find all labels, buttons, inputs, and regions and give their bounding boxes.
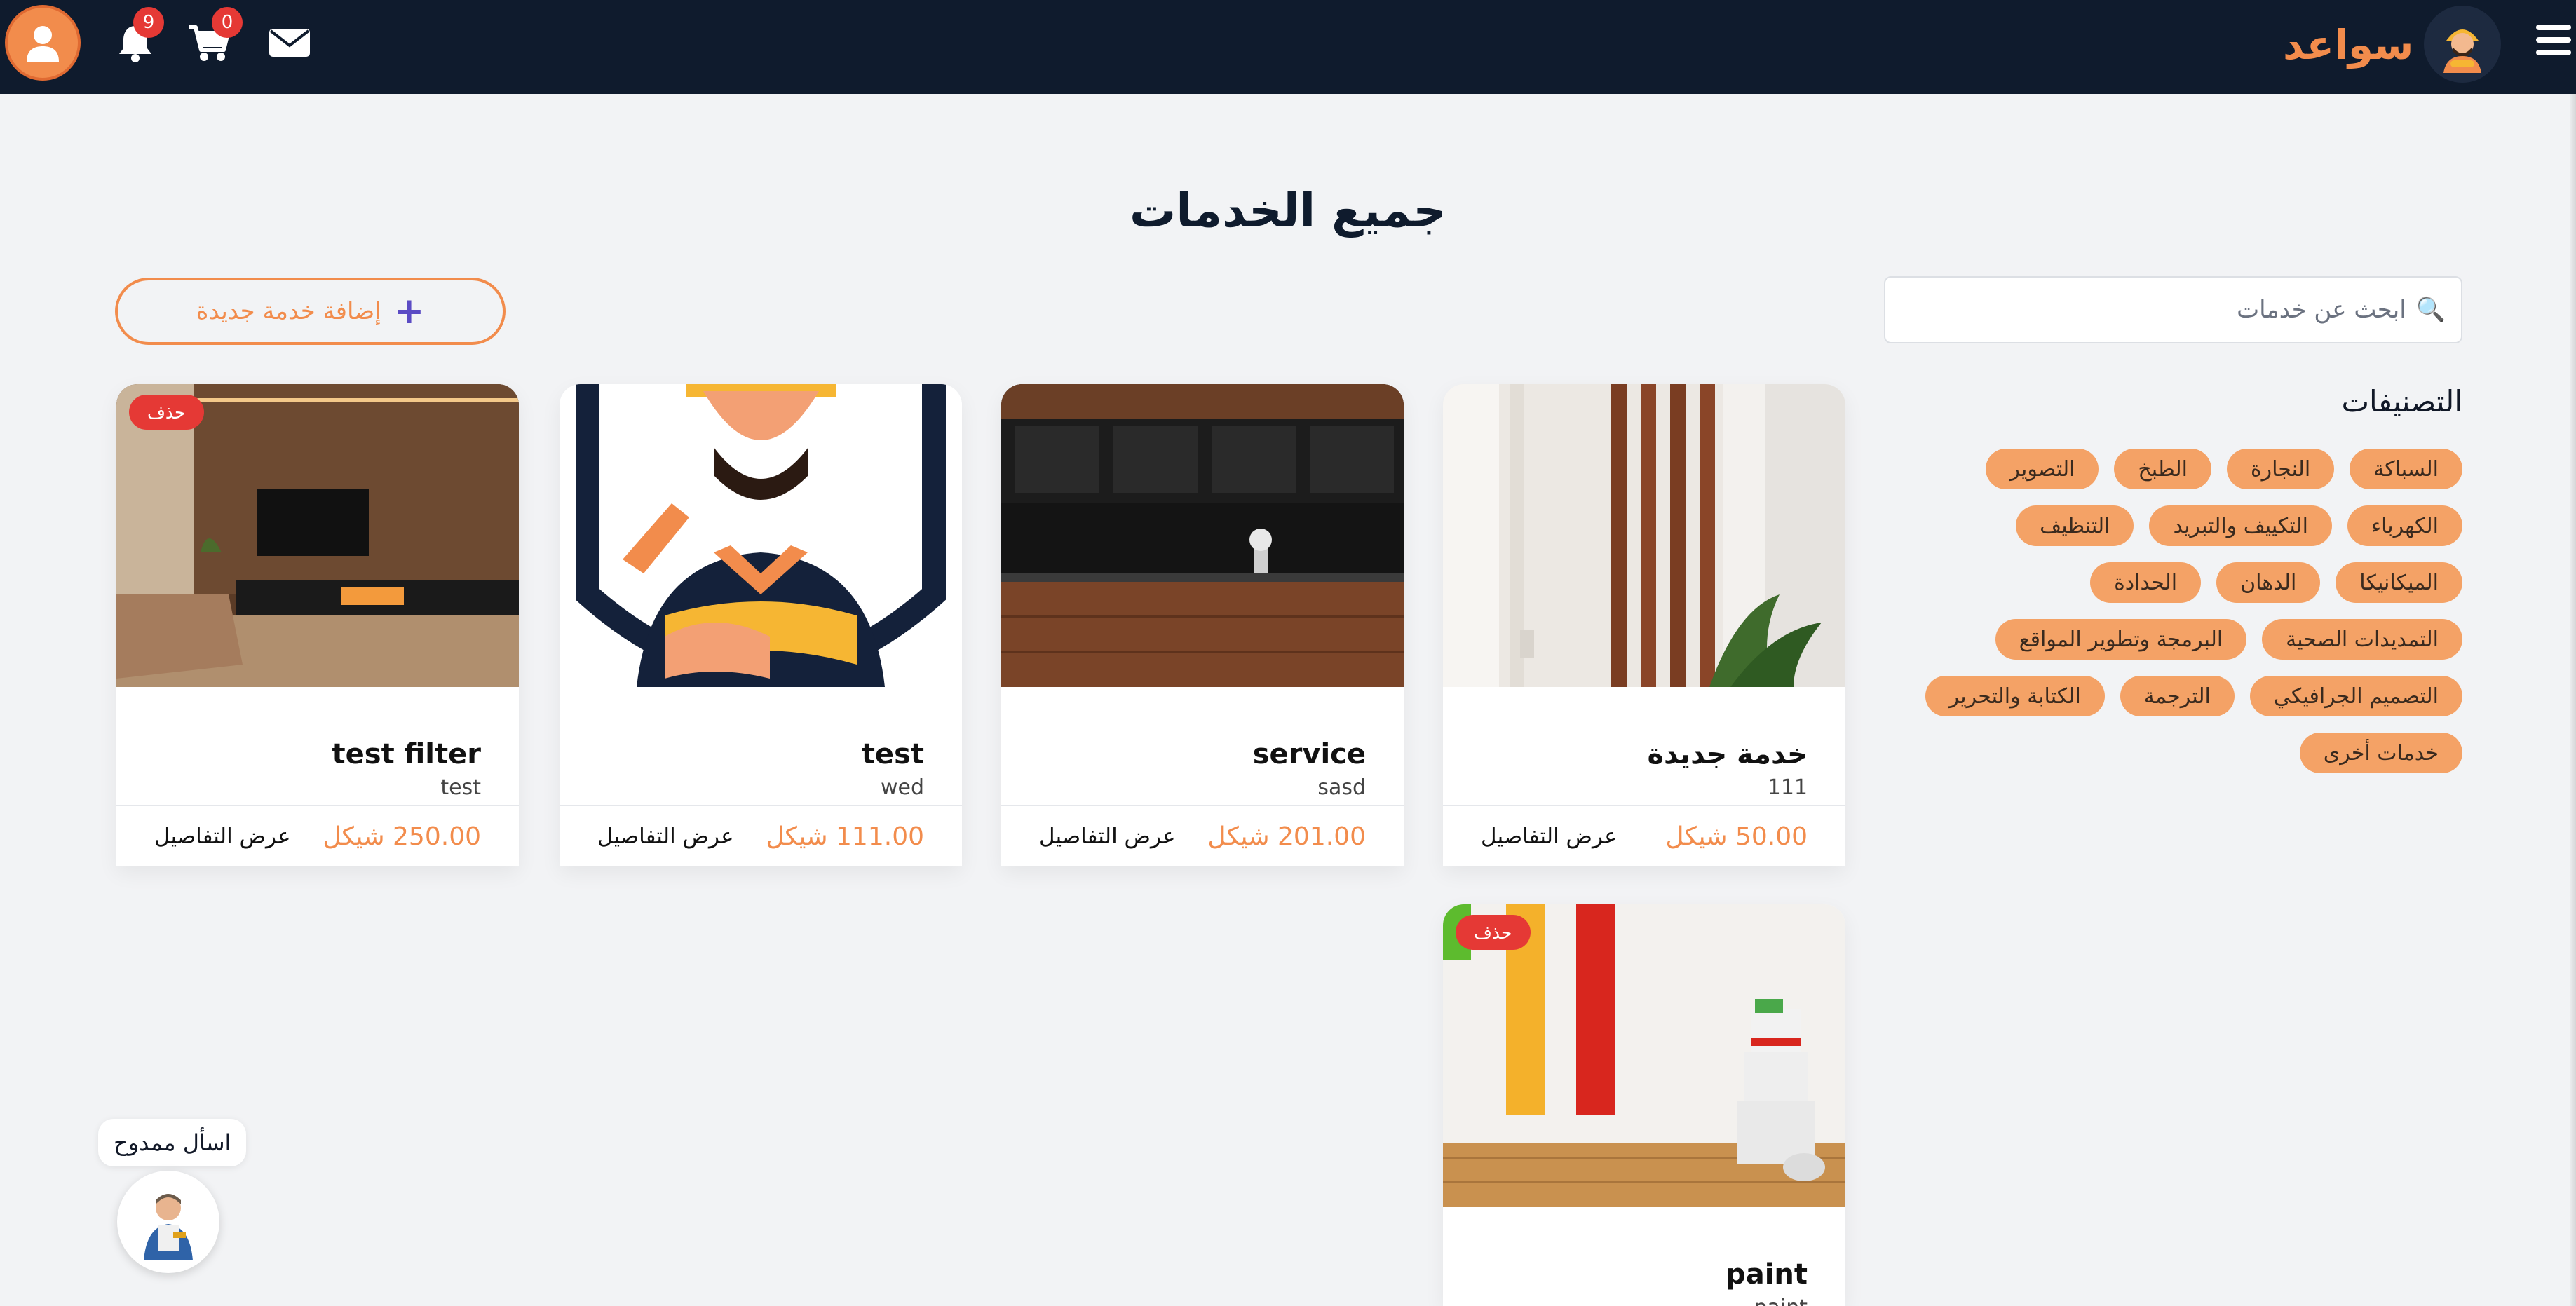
menu-hamburger-icon[interactable]: [2536, 25, 2571, 60]
category-chip[interactable]: التكييف والتبريد: [2149, 505, 2332, 546]
service-name: خدمة جديدة: [1647, 738, 1808, 770]
service-description: wed: [880, 775, 924, 800]
scrollbar-track[interactable]: [2570, 94, 2576, 1306]
category-chip[interactable]: الكهرباء: [2347, 505, 2462, 546]
service-card[interactable]: test wed عرض التفاصيل 111.00 شيكل: [560, 384, 962, 866]
service-description: paint: [1754, 1295, 1808, 1306]
service-name: test filter: [332, 738, 481, 770]
category-chip[interactable]: السباكة: [2350, 449, 2462, 489]
card-footer: عرض التفاصيل 250.00 شيكل: [116, 805, 519, 866]
category-chip[interactable]: خدمات أخرى: [2299, 733, 2462, 773]
category-chip[interactable]: الكتابة والتحرير: [1925, 676, 2105, 716]
categories-list: السباكة النجارة الطبخ التصوير الكهرباء ا…: [1893, 449, 2462, 773]
categories-title: التصنيفات: [2341, 384, 2463, 419]
service-name: paint: [1726, 1258, 1808, 1291]
delete-button[interactable]: حذف: [129, 395, 204, 430]
page-title: جميع الخدمات: [1130, 184, 1446, 238]
add-service-button[interactable]: + إضافة خدمة جديدة: [115, 278, 506, 345]
view-details-link[interactable]: عرض التفاصيل: [597, 824, 734, 849]
chat-assistant-avatar-icon[interactable]: [117, 1171, 219, 1273]
category-chip[interactable]: الميكانيكا: [2336, 562, 2462, 603]
brand-name[interactable]: سواعد: [2283, 21, 2413, 69]
service-card[interactable]: service sasd عرض التفاصيل 201.00 شيكل: [1001, 384, 1404, 866]
service-card[interactable]: حذف test filter test عرض التفاصيل 250.00…: [116, 384, 519, 866]
worker-illustration: [560, 384, 962, 687]
category-chip[interactable]: الطبخ: [2114, 449, 2211, 489]
service-price: 111.00 شيكل: [766, 822, 924, 851]
service-description: test: [440, 775, 481, 800]
notifications-badge: 9: [133, 7, 164, 38]
service-description: sasd: [1317, 775, 1366, 800]
service-price: 50.00 شيكل: [1665, 822, 1808, 851]
plus-icon: +: [393, 290, 425, 332]
cart-badge: 0: [212, 7, 243, 38]
kitchen-photo: [1001, 384, 1404, 687]
card-footer: عرض التفاصيل 201.00 شيكل: [1001, 805, 1404, 866]
category-chip[interactable]: التصميم الجرافيكي: [2249, 676, 2462, 716]
category-chip[interactable]: النجارة: [2226, 449, 2335, 489]
service-name: test: [861, 738, 924, 770]
service-name: service: [1252, 738, 1366, 770]
search-icon: 🔍: [2415, 296, 2446, 324]
category-chip[interactable]: التصوير: [1986, 449, 2099, 489]
category-chip[interactable]: الترجمة: [2120, 676, 2235, 716]
add-service-label: إضافة خدمة جديدة: [196, 297, 381, 325]
category-chip[interactable]: التنظيف: [2016, 505, 2134, 546]
category-chip[interactable]: الدهان: [2216, 562, 2321, 603]
chat-bubble-label[interactable]: اسأل ممدوح: [98, 1119, 247, 1166]
service-card[interactable]: خدمة جديدة 111 عرض التفاصيل 50.00 شيكل: [1443, 384, 1845, 866]
service-price: 201.00 شيكل: [1207, 822, 1366, 851]
delete-button[interactable]: حذف: [1456, 915, 1531, 950]
view-details-link[interactable]: عرض التفاصيل: [1039, 824, 1176, 849]
service-card[interactable]: حذف paint paint: [1443, 904, 1845, 1306]
view-details-link[interactable]: عرض التفاصيل: [154, 824, 291, 849]
card-footer: عرض التفاصيل 50.00 شيكل: [1443, 805, 1845, 866]
search-box[interactable]: 🔍: [1884, 276, 2462, 343]
service-description: 111: [1767, 775, 1808, 800]
top-navbar: 9 0 سواعد: [0, 0, 2576, 94]
messages-envelope-icon[interactable]: [265, 18, 314, 67]
category-chip[interactable]: التمديدات الصحية: [2262, 619, 2462, 660]
wood-slats-photo: [1443, 384, 1845, 687]
card-footer: عرض التفاصيل 111.00 شيكل: [560, 805, 962, 866]
view-details-link[interactable]: عرض التفاصيل: [1481, 824, 1618, 849]
search-input[interactable]: [1915, 296, 2406, 324]
category-chip[interactable]: البرمجة وتطوير المواقع: [1995, 619, 2247, 660]
user-avatar-icon[interactable]: [5, 5, 81, 81]
category-chip[interactable]: الحدادة: [2090, 562, 2202, 603]
service-price: 250.00 شيكل: [323, 822, 481, 851]
brand-logo-icon[interactable]: [2424, 6, 2501, 83]
